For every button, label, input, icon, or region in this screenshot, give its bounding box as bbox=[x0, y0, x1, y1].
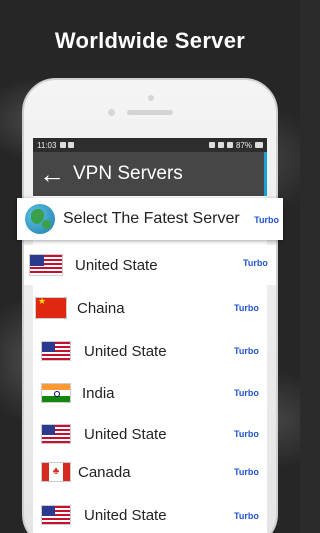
server-row[interactable]: United State Turbo bbox=[24, 245, 276, 285]
wifi-icon bbox=[217, 142, 224, 148]
china-flag-icon bbox=[35, 297, 67, 319]
turbo-badge: Turbo bbox=[234, 511, 259, 521]
turbo-badge: Turbo bbox=[234, 429, 259, 439]
server-row[interactable]: United State Turbo bbox=[33, 497, 267, 533]
turbo-badge: Turbo bbox=[234, 346, 259, 356]
server-row[interactable]: Chaina Turbo bbox=[33, 289, 267, 327]
server-row[interactable]: India Turbo bbox=[33, 374, 267, 412]
us-flag-icon bbox=[29, 254, 63, 276]
turbo-badge: Turbo bbox=[234, 467, 259, 477]
canada-flag-icon bbox=[41, 462, 71, 482]
app-bar: ← VPN Servers bbox=[33, 152, 267, 196]
server-country: United State bbox=[84, 425, 167, 443]
server-row[interactable]: Canada Turbo bbox=[33, 453, 267, 491]
phone-camera bbox=[148, 95, 154, 101]
arrow-left-icon[interactable]: ← bbox=[39, 161, 65, 187]
us-flag-icon bbox=[41, 424, 71, 444]
turbo-badge: Turbo bbox=[234, 388, 259, 398]
server-row[interactable]: United State Turbo bbox=[33, 332, 267, 370]
notification-icon bbox=[68, 142, 75, 148]
signal-icon bbox=[226, 142, 233, 148]
server-row[interactable]: United State Turbo bbox=[33, 415, 267, 453]
phone-speaker bbox=[127, 110, 173, 115]
us-flag-icon bbox=[41, 341, 71, 361]
battery-icon bbox=[255, 142, 263, 148]
us-flag-icon bbox=[41, 505, 71, 525]
turbo-badge: Turbo bbox=[254, 215, 279, 225]
globe-icon bbox=[25, 204, 55, 234]
server-country: United State bbox=[84, 342, 167, 360]
phone-sensor bbox=[108, 109, 115, 116]
server-country: India bbox=[82, 384, 115, 402]
notification-icon bbox=[60, 142, 67, 148]
battery-level: 87% bbox=[235, 140, 252, 150]
turbo-badge: Turbo bbox=[234, 303, 259, 313]
alarm-icon bbox=[208, 142, 215, 148]
server-country: United State bbox=[84, 506, 167, 524]
server-country: Canada bbox=[78, 463, 131, 481]
fastest-server-label: Select The Fatest Server bbox=[63, 210, 240, 227]
app-bar-title: VPN Servers bbox=[73, 163, 183, 184]
promo-title: Worldwide Server bbox=[54, 28, 246, 53]
india-flag-icon bbox=[41, 383, 71, 403]
turbo-badge: Turbo bbox=[243, 258, 268, 268]
fastest-server-button[interactable]: Select The Fatest Server Turbo bbox=[17, 198, 283, 240]
status-bar: 11:03 87% bbox=[33, 138, 267, 152]
status-time: 11:03 bbox=[37, 140, 57, 150]
server-country: Chaina bbox=[77, 299, 125, 317]
server-country: United State bbox=[75, 256, 158, 274]
